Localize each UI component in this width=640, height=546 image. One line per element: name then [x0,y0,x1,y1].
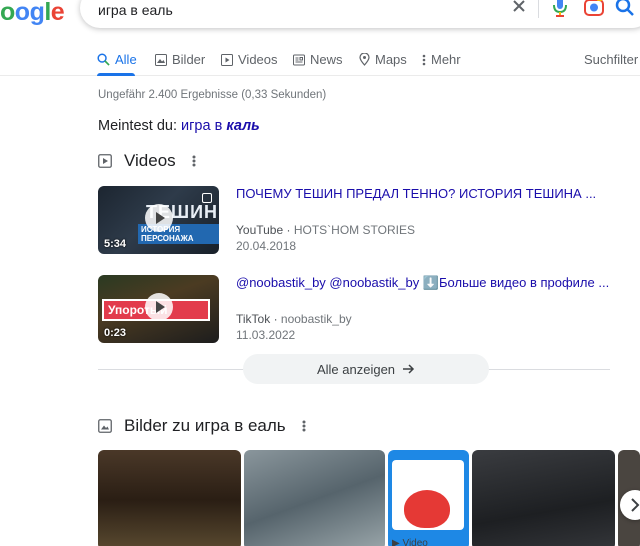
search-icon [97,53,110,66]
play-icon [221,53,233,66]
image-section-icon [98,419,112,433]
video-result[interactable]: ТЕШИН ИСТОРИЯ ПЕРСОНАЖА 5:34 ПОЧЕМУ ТЕШИ… [98,186,598,256]
tab-more[interactable]: Mehr [422,52,461,67]
search-tabs: Alle Bilder Videos News Maps Mehr Suchfi… [0,48,640,76]
map-pin-icon [359,53,370,66]
search-divider [538,0,539,18]
video-source: TikTok · noobastik_by [236,312,352,326]
spelling-suggestion-link[interactable]: игра в каль [181,118,260,134]
video-duration: 0:23 [104,327,127,339]
video-thumbnail[interactable]: ТЕШИН ИСТОРИЯ ПЕРСОНАЖА 5:34 [98,186,219,254]
carousel-next-button[interactable] [620,490,640,520]
search-tools-button[interactable]: Suchfilter [584,52,638,67]
tab-news[interactable]: News [293,52,343,67]
video-result[interactable]: Упоротый 0:23 @noobastik_by @noobastik_b… [98,275,609,345]
video-duration: 5:34 [104,238,127,250]
chevron-right-icon [631,498,640,512]
image-result[interactable] [98,450,241,546]
images-more-options-icon[interactable] [302,419,306,433]
image-result[interactable] [472,450,615,546]
google-logo[interactable]: oogle [0,0,65,27]
video-thumbnail[interactable]: Упоротый 0:23 [98,275,219,343]
tab-videos[interactable]: Videos [221,52,278,67]
search-submit-icon[interactable] [615,0,635,22]
video-section-icon [98,154,112,168]
tab-maps[interactable]: Maps [359,52,407,67]
image-result[interactable] [388,450,469,546]
clear-icon[interactable] [511,0,527,19]
news-icon [293,54,305,65]
arrow-right-icon [403,364,415,374]
did-you-mean: Meintest du: игра в каль [98,118,260,134]
search-input[interactable]: игра в еаль [98,2,173,18]
result-stats: Ungefähr 2.400 Ergebnisse (0,33 Sekunden… [98,89,327,101]
video-title-link[interactable]: ПОЧЕМУ ТЕШИН ПРЕДАЛ ТЕННО? ИСТОРИЯ ТЕШИН… [236,186,636,201]
active-tab-indicator [97,73,135,76]
camera-lens-icon[interactable] [584,0,604,22]
image-result[interactable] [244,450,385,546]
more-vert-icon [422,54,426,65]
angry-bird-image [404,490,450,528]
tab-all[interactable]: Alle [97,52,137,67]
videos-heading: Videos [98,151,196,171]
microphone-icon[interactable] [552,0,568,23]
play-button-icon[interactable] [145,293,173,321]
videos-more-options-icon[interactable] [192,154,196,168]
did-you-mean-label: Meintest du: [98,118,177,134]
expand-icon [202,193,212,203]
tab-images[interactable]: Bilder [155,52,205,67]
video-title-link[interactable]: @noobastik_by @noobastik_by ⬇️Больше вид… [236,275,636,291]
image-icon [155,53,167,66]
play-button-icon[interactable] [145,204,173,232]
video-badge: ▶ Video [392,538,428,546]
images-heading: Bilder zu игра в еаль [98,416,306,436]
video-source: YouTube · HOTS`HOM STORIES [236,223,415,237]
show-all-videos-button[interactable]: Alle anzeigen [243,354,489,384]
video-date: 11.03.2022 [236,328,296,342]
video-date: 20.04.2018 [236,239,297,253]
search-box[interactable]: игра в еаль [80,0,640,28]
